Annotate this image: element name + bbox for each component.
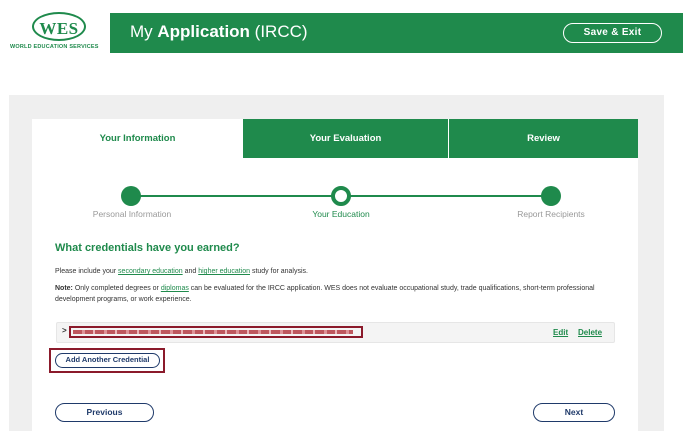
- logo-subtitle: WORLD EDUCATION SERVICES: [10, 44, 99, 50]
- logo-emblem: WES: [32, 12, 86, 41]
- p1-text-b: and: [182, 268, 199, 275]
- step-dot-personal-information: [121, 186, 141, 206]
- step-dot-report-recipients: [541, 186, 561, 206]
- note-label: Note:: [55, 285, 73, 292]
- p1-text-a: Please include your: [55, 268, 119, 275]
- step-dot-your-education: [331, 186, 351, 206]
- chevron-right-icon[interactable]: >: [62, 326, 67, 335]
- tab-your-information[interactable]: Your Information: [32, 119, 243, 158]
- wes-logo[interactable]: WES WORLD EDUCATION SERVICES: [0, 0, 110, 53]
- edit-credential-link[interactable]: Edit: [553, 328, 568, 337]
- note-text: Note: Only completed degrees or diplomas…: [55, 283, 605, 305]
- tab-your-evaluation[interactable]: Your Evaluation: [243, 119, 448, 158]
- previous-button[interactable]: Previous: [55, 403, 154, 422]
- instructions-text: Please include your secondary education …: [55, 266, 615, 277]
- delete-credential-link[interactable]: Delete: [578, 328, 602, 337]
- step-label-report-recipients: Report Recipients: [517, 209, 585, 219]
- p2-text-a: Only completed degrees or: [72, 285, 161, 292]
- step-label-personal-information: Personal Information: [92, 209, 172, 219]
- title-prefix: My: [130, 22, 158, 41]
- secondary-education-link[interactable]: secondary education: [118, 268, 183, 275]
- app-header: WES WORLD EDUCATION SERVICES My Applicat…: [0, 0, 683, 53]
- save-exit-button[interactable]: Save & Exit: [563, 23, 662, 43]
- credential-highlight-box: [69, 326, 363, 338]
- title-suffix: (IRCC): [249, 22, 308, 41]
- tab-review[interactable]: Review: [449, 119, 638, 158]
- next-button[interactable]: Next: [533, 403, 615, 422]
- page-title: My Application (IRCC): [130, 22, 308, 42]
- p1-text-c: study for analysis.: [250, 268, 308, 275]
- diplomas-link[interactable]: diplomas: [161, 285, 189, 292]
- higher-education-link[interactable]: higher education: [198, 268, 250, 275]
- section-heading: What credentials have you earned?: [55, 242, 240, 254]
- title-bold: Application: [157, 22, 250, 41]
- logo-text: WES: [39, 19, 79, 38]
- step-label-your-education: Your Education: [312, 209, 370, 219]
- add-another-credential-button[interactable]: Add Another Credential: [55, 353, 160, 368]
